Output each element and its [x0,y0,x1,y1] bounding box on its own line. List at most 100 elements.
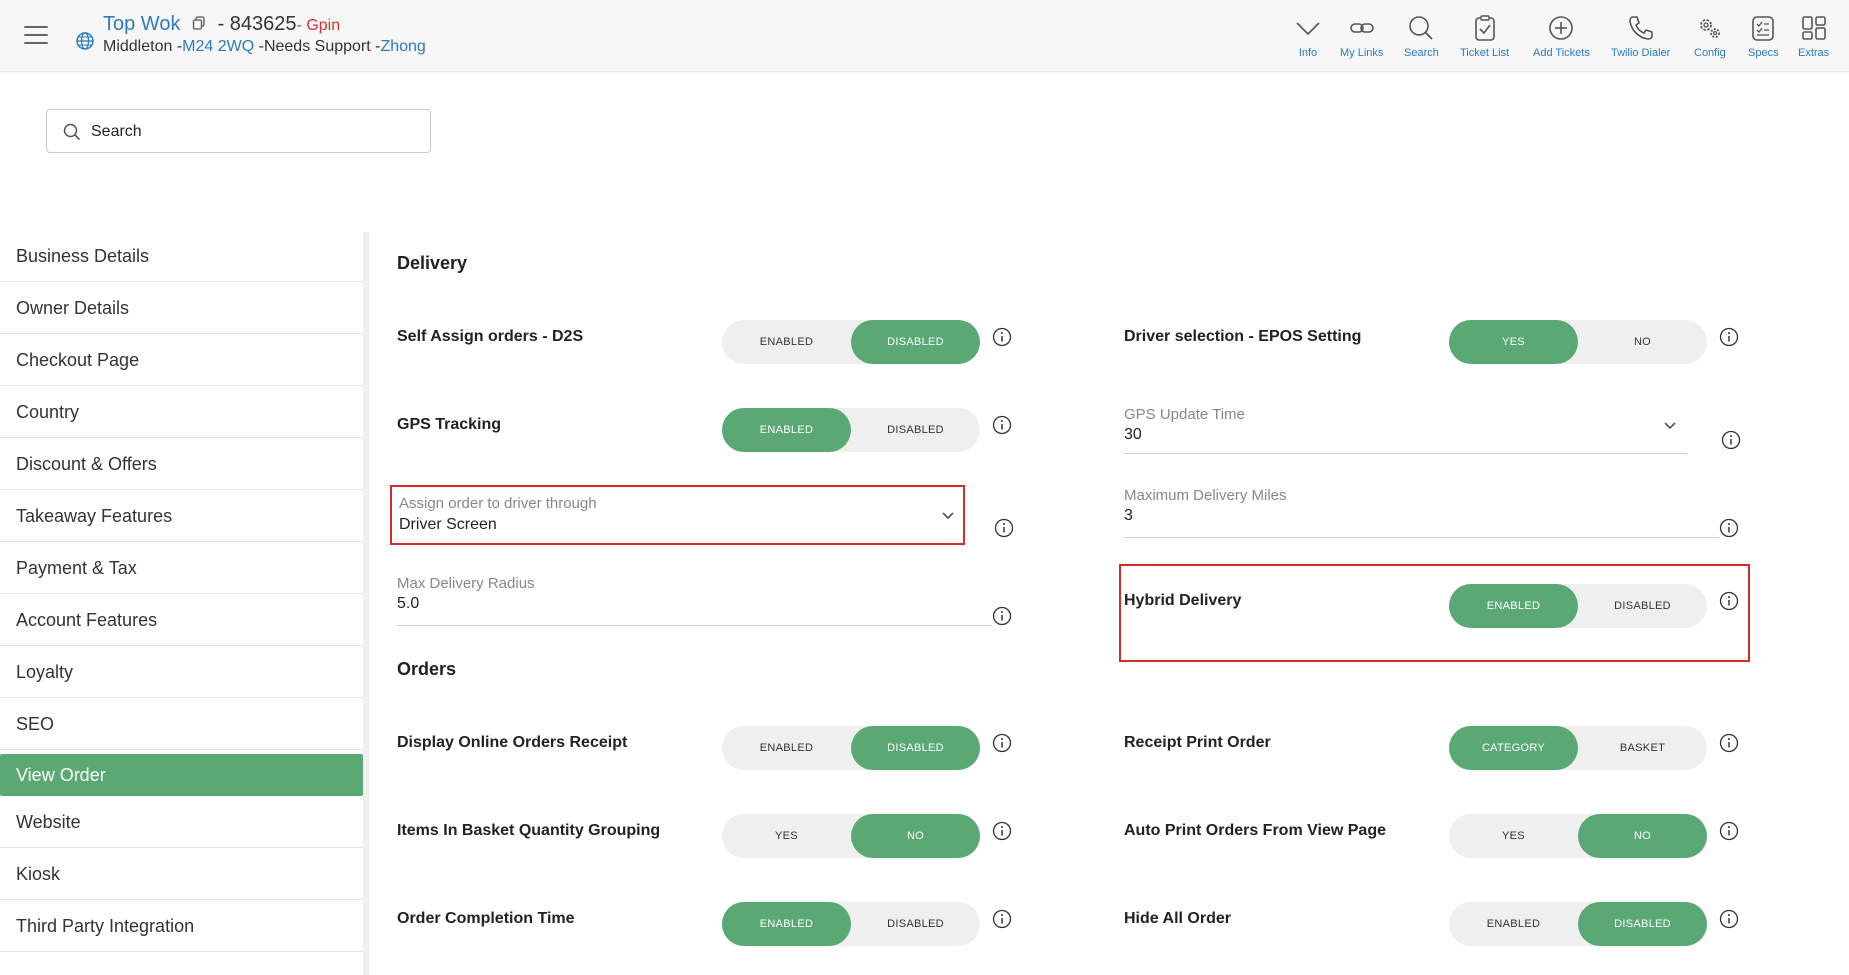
info-icon[interactable] [1719,591,1739,611]
driver-selection-label: Driver selection - EPOS Setting [1124,328,1362,345]
auto-print-toggle: YES NO [1449,814,1707,858]
info-icon[interactable] [992,327,1012,347]
tool-search[interactable]: Search [1404,14,1439,59]
phone-icon [1628,16,1653,40]
max-delivery-radius-label: Max Delivery Radius [397,575,535,592]
sidebar-item-view-order[interactable]: View Order [0,754,363,796]
self-assign-enabled-option[interactable]: ENABLED [722,320,851,364]
info-icon[interactable] [992,606,1012,626]
info-icon[interactable] [992,415,1012,435]
settings-sidebar: Business Details Owner Details Checkout … [0,230,363,952]
gps-update-time-select[interactable]: GPS Update Time 30 [1124,406,1687,454]
settings-search-box [46,109,431,153]
shop-id: - 843625 [217,13,297,35]
receipt-print-basket-option[interactable]: BASKET [1578,726,1707,770]
sidebar-item-payment-tax[interactable]: Payment & Tax [0,542,363,594]
info-icon[interactable] [1721,430,1741,450]
sidebar-item-kiosk[interactable]: Kiosk [0,848,363,900]
search-input[interactable] [91,120,411,144]
receipt-print-order-toggle: CATEGORY BASKET [1449,726,1707,770]
shop-location: Middleton - [103,38,183,55]
assign-order-value: Driver Screen [399,516,497,533]
tool-config[interactable]: Config [1694,14,1726,59]
completion-time-disabled-option[interactable]: DISABLED [851,902,980,946]
sidebar-item-owner-details[interactable]: Owner Details [0,282,363,334]
assign-order-label: Assign order to driver through [399,495,597,512]
basket-grouping-yes-option[interactable]: YES [722,814,851,858]
info-icon[interactable] [994,518,1014,538]
basket-grouping-no-option[interactable]: NO [851,814,980,858]
shop-title: Top Wok - 843625- Gpin [103,13,340,36]
tool-my-links[interactable]: My Links [1340,14,1383,59]
completion-time-enabled-option[interactable]: ENABLED [722,902,851,946]
self-assign-toggle: ENABLED DISABLED [722,320,980,364]
assign-order-select[interactable]: Assign order to driver through Driver Sc… [390,485,965,545]
hide-all-order-enabled-option[interactable]: ENABLED [1449,902,1578,946]
hamburger-menu-icon[interactable] [24,26,48,44]
display-receipt-enabled-option[interactable]: ENABLED [722,726,851,770]
globe-icon [76,32,94,50]
tool-twilio-dialer[interactable]: Twilio Dialer [1611,14,1670,59]
tool-extras[interactable]: Extras [1798,14,1829,59]
completion-time-toggle: ENABLED DISABLED [722,902,980,946]
sidebar-item-takeaway-features[interactable]: Takeaway Features [0,490,363,542]
sidebar-item-third-party-integration[interactable]: Third Party Integration [0,900,363,952]
display-receipt-label: Display Online Orders Receipt [397,734,628,751]
hide-all-order-disabled-option[interactable]: DISABLED [1578,902,1707,946]
sidebar-item-country[interactable]: Country [0,386,363,438]
sidebar-item-loyalty[interactable]: Loyalty [0,646,363,698]
info-icon[interactable] [1719,327,1739,347]
gears-icon [1699,19,1720,38]
auto-print-yes-option[interactable]: YES [1449,814,1578,858]
delivery-section-title: Delivery [397,253,468,273]
info-icon[interactable] [992,909,1012,929]
sidebar-item-checkout-page[interactable]: Checkout Page [0,334,363,386]
shop-name-link[interactable]: Top Wok [103,13,180,35]
info-icon[interactable] [992,733,1012,753]
shop-status: -Needs Support - [254,38,381,55]
hide-all-order-label: Hide All Order [1124,910,1231,927]
gpin-label: - Gpin [296,17,341,34]
tool-specs[interactable]: Specs [1748,14,1779,59]
tool-info[interactable]: Info [1294,14,1322,59]
gps-tracking-disabled-option[interactable]: DISABLED [851,408,980,452]
hide-all-order-toggle: ENABLED DISABLED [1449,902,1707,946]
gps-update-time-value: 30 [1124,426,1142,443]
info-icon[interactable] [1719,821,1739,841]
top-header: Top Wok - 843625- Gpin Middleton -M24 2W… [0,0,1849,72]
chevron-down-icon [1664,422,1676,430]
sidebar-item-business-details[interactable]: Business Details [0,230,363,282]
hybrid-delivery-enabled-option[interactable]: ENABLED [1449,584,1578,628]
sidebar-item-website[interactable]: Website [0,796,363,848]
gps-tracking-toggle: ENABLED DISABLED [722,408,980,452]
agent-link[interactable]: Zhong [380,38,425,55]
link-icon [1349,23,1374,33]
self-assign-disabled-option[interactable]: DISABLED [851,320,980,364]
info-icon[interactable] [1719,733,1739,753]
gps-tracking-enabled-option[interactable]: ENABLED [722,408,851,452]
tool-add-tickets[interactable]: Add Tickets [1533,14,1590,59]
checklist-icon [1752,16,1775,41]
max-delivery-radius-value: 5.0 [397,595,420,612]
receipt-print-category-option[interactable]: CATEGORY [1449,726,1578,770]
sidebar-item-discount-offers[interactable]: Discount & Offers [0,438,363,490]
postcode-link[interactable]: M24 2WQ [182,38,254,55]
hybrid-delivery-disabled-option[interactable]: DISABLED [1578,584,1707,628]
info-icon[interactable] [992,821,1012,841]
info-icon[interactable] [1719,909,1739,929]
max-delivery-radius-field[interactable]: Max Delivery Radius 5.0 [397,575,992,626]
driver-selection-yes-option[interactable]: YES [1449,320,1578,364]
copy-icon[interactable] [192,16,206,30]
sidebar-divider [363,232,369,975]
sidebar-item-account-features[interactable]: Account Features [0,594,363,646]
driver-selection-no-option[interactable]: NO [1578,320,1707,364]
sidebar-item-seo[interactable]: SEO [0,698,363,750]
display-receipt-disabled-option[interactable]: DISABLED [851,726,980,770]
self-assign-label: Self Assign orders - D2S [397,328,584,345]
auto-print-no-option[interactable]: NO [1578,814,1707,858]
info-icon[interactable] [1719,518,1739,538]
basket-grouping-toggle: YES NO [722,814,980,858]
receipt-print-order-label: Receipt Print Order [1124,734,1271,751]
max-delivery-miles-field[interactable]: Maximum Delivery Miles 3 [1124,487,1719,538]
tool-ticket-list[interactable]: Ticket List [1460,14,1509,59]
